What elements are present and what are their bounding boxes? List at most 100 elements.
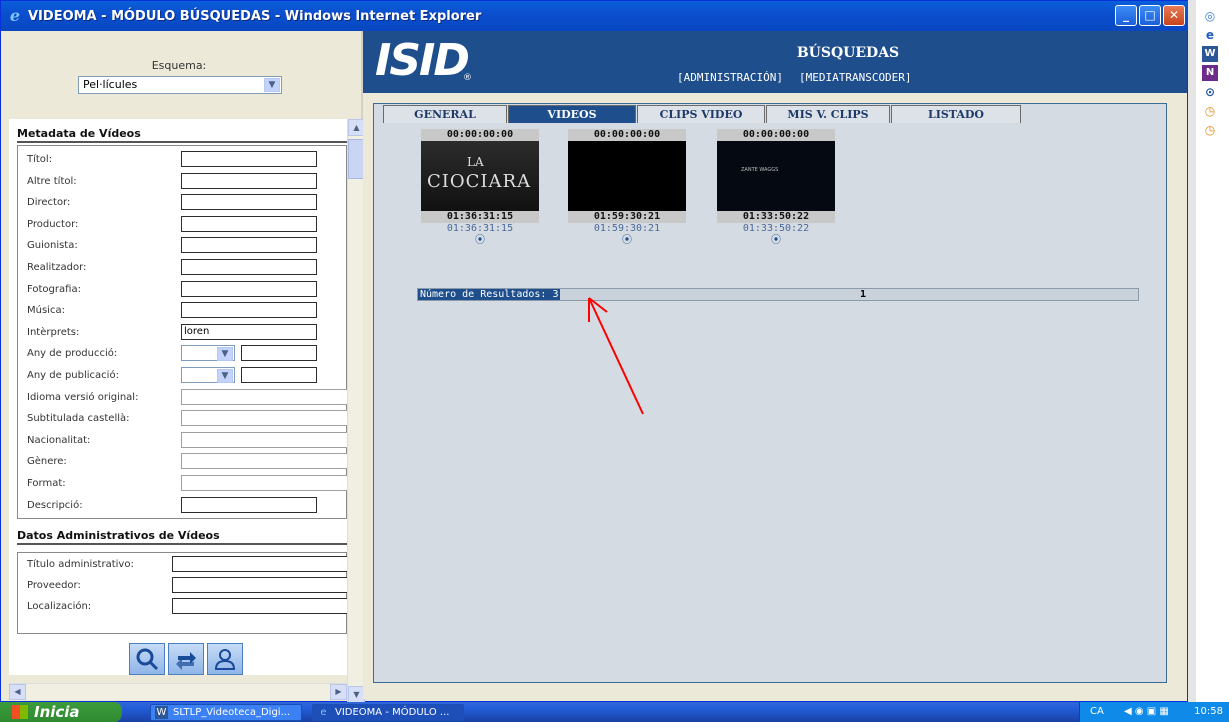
end-timecode: 01:36:31:15	[421, 211, 539, 223]
field-row: Fotografia:	[23, 280, 347, 300]
field-input[interactable]	[181, 151, 317, 167]
field-input[interactable]	[181, 172, 317, 189]
field-row: Any de producció: ▼	[23, 344, 347, 364]
field-input[interactable]	[181, 215, 317, 232]
field-label: Gènere:	[27, 456, 67, 468]
field-row: Nacionalitat:	[23, 431, 347, 451]
word-icon[interactable]: W	[1202, 46, 1218, 62]
field-input[interactable]: loren	[181, 323, 317, 340]
field-label: Idioma versió original:	[27, 391, 139, 403]
sidebar-scroll-track[interactable]	[1188, 0, 1196, 702]
admin-box: Título administrativo: Proveedor: Localiza…	[17, 552, 347, 634]
year-select[interactable]: ▼	[181, 367, 235, 383]
admin-field-label: Título administrativo:	[27, 559, 134, 570]
year-input[interactable]	[241, 367, 317, 383]
video-result-2[interactable]: 00:00:00:00 01:59:30:21 01:59:30:21 ⦿	[568, 129, 686, 248]
close-button[interactable]: ✕	[1163, 5, 1185, 26]
scroll-left-icon[interactable]: ◀	[9, 684, 26, 700]
language-indicator[interactable]: CA	[1090, 702, 1104, 722]
play-icon[interactable]: ⦿	[568, 234, 686, 248]
onenote-icon[interactable]: N	[1202, 65, 1218, 81]
tab-clips-video[interactable]: CLIPS VIDEO	[637, 105, 765, 123]
media-icon[interactable]: ⊙	[1202, 84, 1218, 100]
field-label: Títol:	[27, 154, 53, 165]
play-icon[interactable]: ⦿	[717, 234, 835, 248]
task-label: VIDEOMA - MÓDULO ...	[335, 707, 450, 718]
page-number[interactable]: 1	[860, 289, 866, 300]
field-input[interactable]	[181, 280, 317, 297]
video-thumbnail[interactable]: LA CIOCIARA	[421, 141, 539, 211]
field-input[interactable]	[181, 453, 347, 470]
start-button[interactable]: Inicia	[0, 702, 122, 722]
field-row: Director:	[23, 193, 347, 213]
browser-sidebar: ◎ e W N ⊙ ◷ ◷	[1188, 0, 1229, 702]
taskbar-item-word[interactable]: W SLTLP_Videoteca_Digi...	[150, 704, 302, 721]
minimize-button[interactable]: _	[1115, 5, 1137, 26]
field-row: Any de publicació: ▼	[23, 366, 347, 386]
field-input[interactable]	[181, 194, 317, 211]
tray-icons[interactable]: ◀ ◉ ▣ ▦	[1124, 702, 1169, 722]
swap-button[interactable]	[168, 643, 204, 675]
timer-icon[interactable]: ◷	[1202, 122, 1218, 138]
admin-field-input[interactable]	[172, 598, 347, 614]
metadata-box: Títol: Altre títol: Director: Productor: Gui…	[17, 145, 347, 519]
metadata-section-title: Metadata de Vídeos	[17, 127, 347, 143]
task-label: SLTLP_Videoteca_Digi...	[173, 707, 291, 718]
play-icon[interactable]: ⦿	[421, 234, 539, 248]
field-label: Intèrprets:	[27, 326, 80, 338]
chevron-down-icon: ▼	[217, 347, 233, 362]
admin-field-row: Título administrativo:	[23, 555, 347, 575]
field-input[interactable]	[181, 237, 317, 254]
clock-icon[interactable]: ◷	[1202, 103, 1218, 119]
duration: 01:59:30:21	[593, 223, 661, 234]
admin-field-input[interactable]	[172, 556, 347, 572]
tab-videos[interactable]: VIDEOS	[508, 105, 636, 123]
annotation-arrow	[588, 297, 644, 415]
tab-listado[interactable]: LISTADO	[891, 105, 1021, 123]
field-input[interactable]	[181, 496, 317, 513]
field-input[interactable]	[181, 302, 317, 319]
scroll-right-icon[interactable]: ▶	[330, 684, 347, 700]
duration: 01:36:31:15	[446, 223, 514, 234]
video-thumbnail[interactable]: ZANTE WAGGS	[717, 141, 835, 211]
system-tray: CA ◀ ◉ ▣ ▦ 10:58	[1079, 702, 1229, 722]
year-input[interactable]	[241, 345, 317, 362]
link-mediatranscoder[interactable]: [MEDIATRANSCODER]	[799, 71, 912, 84]
maximize-button[interactable]: □	[1139, 5, 1161, 26]
end-timecode: 01:33:50:22	[717, 211, 835, 223]
link-administracion[interactable]: [ADMINISTRACIÓN]	[677, 71, 783, 84]
video-result-1[interactable]: 00:00:00:00 LA CIOCIARA 01:36:31:15 01:3…	[421, 129, 539, 248]
ie-icon[interactable]: e	[1202, 27, 1218, 43]
field-input[interactable]	[181, 388, 347, 405]
esquema-select[interactable]: Pel·lícules ▼	[78, 76, 282, 94]
field-label: Director:	[27, 197, 71, 209]
field-label: Nacionalitat:	[27, 434, 91, 446]
field-input[interactable]	[181, 431, 347, 448]
video-result-3[interactable]: 00:00:00:00 ZANTE WAGGS 01:33:50:22 01:3…	[717, 129, 835, 248]
tab-bar: GENERAL VIDEOS CLIPS VIDEO MIS V. CLIPS …	[383, 105, 1022, 123]
duration: 01:33:50:22	[742, 223, 810, 234]
user-button[interactable]	[207, 643, 243, 675]
tab-mis-v-clips[interactable]: MIS V. CLIPS	[766, 105, 890, 123]
tab-general[interactable]: GENERAL	[383, 105, 507, 123]
field-label: Altre títol:	[27, 175, 77, 187]
field-label: Descripció:	[27, 499, 83, 511]
field-label: Any de producció:	[27, 348, 118, 360]
title-bar[interactable]: e VIDEOMA - MÓDULO BÚSQUEDAS - Windows I…	[1, 1, 1189, 31]
taskbar-item-videoma[interactable]: e VIDEOMA - MÓDULO ...	[312, 704, 464, 721]
left-horizontal-scrollbar[interactable]: ◀ ▶	[9, 683, 347, 700]
field-row: Realitzador:	[23, 258, 347, 278]
admin-field-input[interactable]	[172, 577, 347, 593]
field-input[interactable]	[181, 475, 347, 491]
left-vertical-scrollbar[interactable]: ▲ ▼	[347, 119, 365, 703]
outlook-icon[interactable]: ◎	[1202, 8, 1218, 24]
field-row: Intèrprets: loren	[23, 323, 347, 343]
video-thumbnail[interactable]	[568, 141, 686, 211]
field-label: Any de publicació:	[27, 370, 119, 381]
field-input[interactable]	[181, 259, 317, 275]
field-input[interactable]	[181, 410, 347, 427]
search-button[interactable]	[129, 643, 165, 675]
user-icon	[214, 649, 236, 670]
year-select[interactable]: ▼	[181, 345, 235, 362]
thumbnail-text-la: LA	[467, 155, 484, 169]
